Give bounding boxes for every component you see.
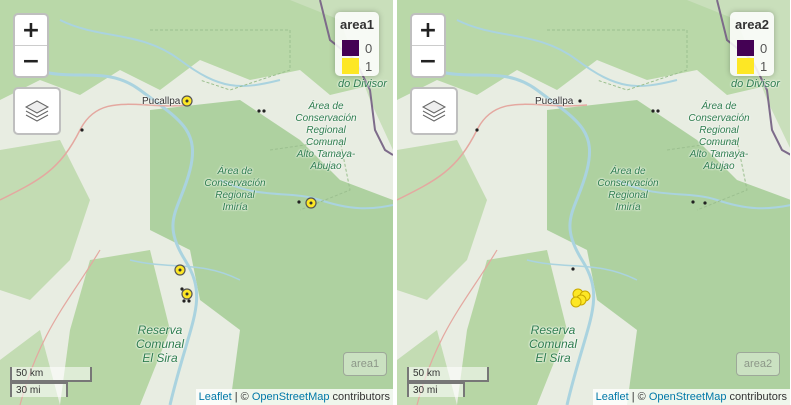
legend-title: area2 [735, 17, 769, 32]
city-label-pucallpa: Pucallpa [142, 96, 181, 107]
scale-bar-mi: 30 mi [407, 382, 465, 397]
area-label-tamaya: Área de Conservación Regional Comunal Al… [295, 101, 357, 172]
osm-link[interactable]: OpenStreetMap [649, 391, 727, 403]
scale-bar-km: 50 km [407, 367, 489, 382]
city-label-pucallpa: Pucallpa [535, 96, 574, 107]
map-panel-area2[interactable]: Pucallpa do Divisor Área de Conservación… [397, 0, 790, 405]
attribution: Leaflet | © OpenStreetMap contributors [195, 389, 393, 405]
legend-label: 1 [760, 59, 768, 74]
area-label-divisor: do Divisor [731, 78, 780, 90]
layers-icon [421, 100, 447, 122]
legend-swatch [342, 40, 359, 56]
layer-name-tag: area1 [343, 352, 387, 376]
layers-button[interactable] [410, 87, 458, 135]
legend-label: 0 [760, 41, 768, 56]
zoom-in-button[interactable]: + [15, 15, 47, 46]
legend: area1 0 1 [335, 12, 379, 76]
legend-item: 0 [342, 40, 378, 58]
legend-item: 1 [737, 58, 773, 76]
zoom-out-button[interactable]: − [15, 46, 47, 76]
zoom-control: + − [13, 13, 49, 78]
layer-name-tag: area2 [736, 352, 780, 376]
data-point-marker [570, 296, 582, 308]
zoom-in-button[interactable]: + [412, 15, 444, 46]
legend-swatch [737, 58, 754, 74]
layers-icon [24, 100, 50, 122]
zoom-control: + − [410, 13, 446, 78]
leaflet-link[interactable]: Leaflet [596, 391, 629, 403]
zoom-out-button[interactable]: − [412, 46, 444, 76]
scale-bar-km: 50 km [10, 367, 92, 382]
area-label-imiria: Área de Conservación Regional Imiría [204, 166, 266, 213]
legend-item: 0 [737, 40, 773, 58]
area-label-imiria: Área de Conservación Regional Imiría [597, 166, 659, 213]
legend-title: area1 [340, 17, 374, 32]
area-label-tamaya: Área de Conservación Regional Comunal Al… [688, 101, 750, 172]
legend-label: 0 [365, 41, 373, 56]
area-label-divisor: do Divisor [338, 78, 387, 90]
attribution: Leaflet | © OpenStreetMap contributors [592, 389, 790, 405]
map-panel-area1[interactable]: Pucallpa do Divisor Área de Conservación… [0, 0, 393, 405]
reserve-label-elsira: Reserva Comunal El Sira [135, 323, 185, 365]
legend-swatch [737, 40, 754, 56]
legend: area2 0 1 [730, 12, 774, 76]
layers-button[interactable] [13, 87, 61, 135]
legend-swatch [342, 58, 359, 74]
leaflet-link[interactable]: Leaflet [199, 391, 232, 403]
osm-link[interactable]: OpenStreetMap [252, 391, 330, 403]
reserve-label-elsira: Reserva Comunal El Sira [528, 323, 578, 365]
legend-item: 1 [342, 58, 378, 76]
legend-label: 1 [365, 59, 373, 74]
scale-bar-mi: 30 mi [10, 382, 68, 397]
